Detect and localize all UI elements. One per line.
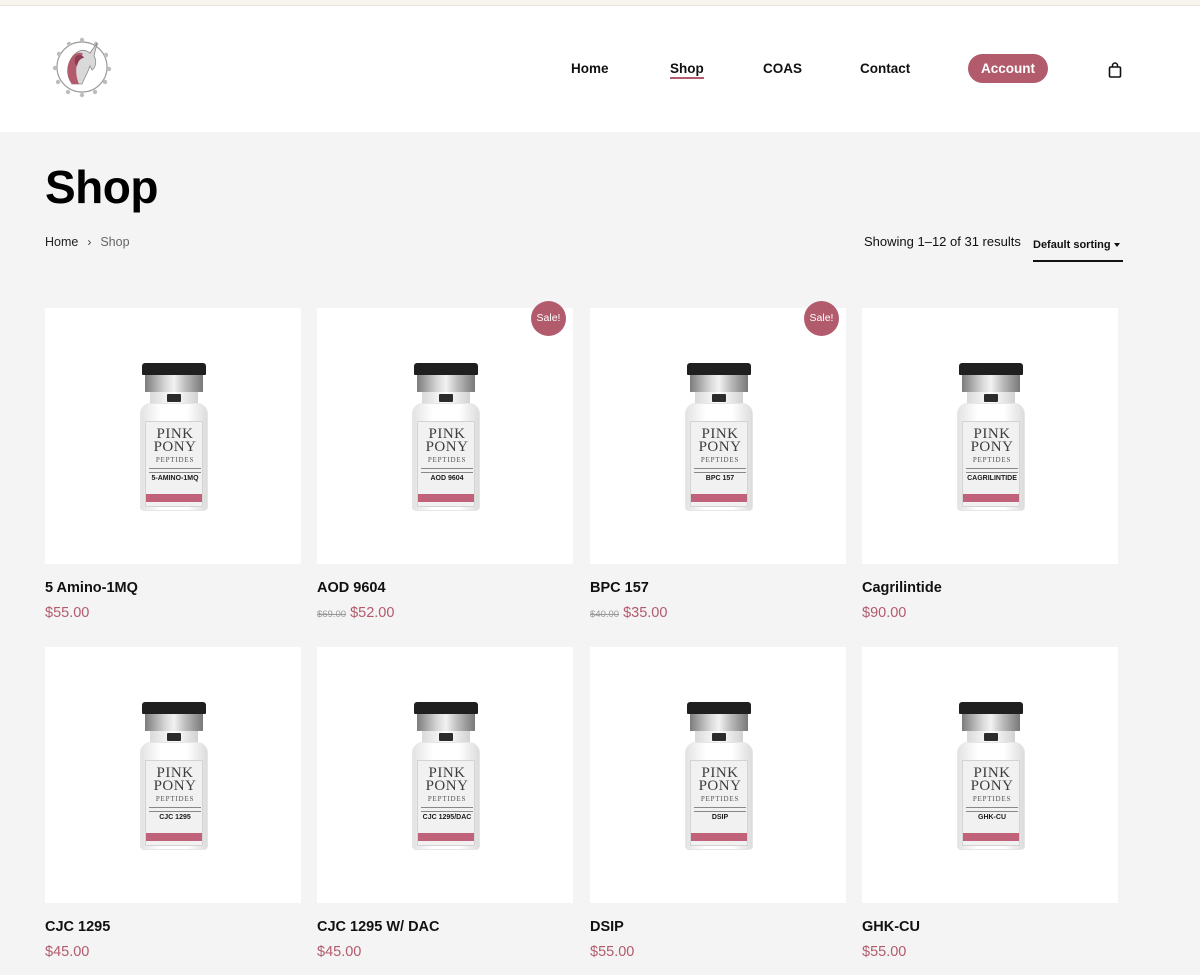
product-name[interactable]: GHK-CU	[862, 919, 920, 935]
product-image[interactable]: PINK PONY PEPTIDES CJC 1295	[45, 647, 301, 903]
unicorn-logo-icon[interactable]	[52, 34, 112, 100]
product-current-price: $45.00	[45, 944, 90, 960]
product-current-price: $52.00	[350, 605, 395, 621]
product-name[interactable]: AOD 9604	[317, 580, 386, 596]
site-header: Home Shop COAS Contact Account	[0, 6, 1200, 132]
product-current-price: $55.00	[45, 605, 90, 621]
product-image[interactable]: PINK PONY PEPTIDES AOD 9604 Sale!	[317, 301, 573, 564]
breadcrumb-home[interactable]: Home	[45, 235, 78, 249]
product-card[interactable]: PINK PONY PEPTIDES DSIP DSIP $55.00	[590, 647, 846, 960]
vial-image: PINK PONY PEPTIDES 5-AMINO-1MQ	[140, 363, 208, 513]
vial-product-label: CAGRILINTIDE	[967, 475, 1017, 482]
product-price: $90.00	[862, 605, 906, 621]
product-price: $55.00	[45, 605, 89, 621]
nav-contact[interactable]: Contact	[860, 61, 910, 76]
vial-image: PINK PONY PEPTIDES AOD 9604	[412, 363, 480, 513]
vial-brand-line2: PONY	[698, 778, 742, 794]
product-image[interactable]: PINK PONY PEPTIDES CJC 1295/DAC	[317, 647, 573, 903]
bag-icon[interactable]	[1108, 62, 1122, 78]
product-image[interactable]: PINK PONY PEPTIDES 5-AMINO-1MQ	[45, 308, 301, 564]
product-price: $45.00	[317, 944, 361, 960]
vial-brand-line3: PEPTIDES	[972, 456, 1012, 464]
results-count: Showing 1–12 of 31 results	[864, 234, 1021, 249]
sale-badge: Sale!	[804, 301, 839, 336]
product-price: $40.00 $35.00	[590, 605, 667, 621]
product-price: $55.00	[862, 944, 906, 960]
sorting-label: Default sorting	[1033, 239, 1111, 251]
product-name[interactable]: CJC 1295 W/ DAC	[317, 919, 439, 935]
vial-image: PINK PONY PEPTIDES BPC 157	[685, 363, 753, 513]
vial-brand-line2: PONY	[153, 778, 197, 794]
vial-brand-line2: PONY	[425, 778, 469, 794]
product-image[interactable]: PINK PONY PEPTIDES BPC 157 Sale!	[590, 301, 846, 564]
product-current-price: $90.00	[862, 605, 907, 621]
page-title: Shop	[45, 161, 158, 213]
product-current-price: $55.00	[590, 944, 635, 960]
nav-coas[interactable]: COAS	[763, 61, 802, 76]
vial-brand-line3: PEPTIDES	[155, 795, 195, 803]
chevron-right-icon: ›	[87, 235, 92, 249]
account-button[interactable]: Account	[968, 54, 1048, 83]
product-old-price: $40.00	[590, 609, 620, 620]
product-card[interactable]: PINK PONY PEPTIDES CJC 1295 CJC 1295 $45.00	[45, 647, 301, 960]
vial-image: PINK PONY PEPTIDES CAGRILINTIDE	[957, 363, 1025, 513]
product-card[interactable]: PINK PONY PEPTIDES CJC 1295/DAC CJC 1295 W/ …	[317, 647, 573, 960]
sorting-select[interactable]: Default sorting	[1033, 237, 1123, 262]
vial-product-label: GHK-CU	[978, 814, 1006, 821]
sale-badge: Sale!	[531, 301, 566, 336]
vial-product-label: DSIP	[711, 814, 729, 821]
product-name[interactable]: BPC 157	[590, 580, 649, 596]
vial-product-label: 5-AMINO-1MQ	[151, 475, 199, 482]
vial-brand-line3: PEPTIDES	[972, 795, 1012, 803]
vial-brand-line2: PONY	[698, 439, 742, 455]
caret-down-icon	[1114, 243, 1120, 247]
product-card[interactable]: PINK PONY PEPTIDES AOD 9604 Sale! AOD 9604 $69…	[317, 301, 573, 621]
product-image[interactable]: PINK PONY PEPTIDES DSIP	[590, 647, 846, 903]
vial-brand-line3: PEPTIDES	[427, 456, 467, 464]
product-name[interactable]: Cagrilintide	[862, 580, 942, 596]
product-card[interactable]: PINK PONY PEPTIDES BPC 157 Sale! BPC 157 $40.0…	[590, 301, 846, 621]
product-old-price: $69.00	[317, 609, 347, 620]
product-card[interactable]: PINK PONY PEPTIDES 5-AMINO-1MQ 5 Amino-1MQ $5…	[45, 308, 301, 621]
breadcrumb: Home › Shop	[45, 235, 130, 249]
vial-brand-line2: PONY	[153, 439, 197, 455]
vial-brand-line3: PEPTIDES	[427, 795, 467, 803]
vial-product-label: AOD 9604	[430, 475, 464, 482]
vial-image: PINK PONY PEPTIDES CJC 1295	[140, 702, 208, 852]
vial-product-label: CJC 1295/DAC	[422, 814, 472, 821]
vial-brand-line2: PONY	[425, 439, 469, 455]
product-card[interactable]: PINK PONY PEPTIDES GHK-CU GHK-CU $55.00	[862, 647, 1118, 960]
vial-image: PINK PONY PEPTIDES CJC 1295/DAC	[412, 702, 480, 852]
vial-brand-line3: PEPTIDES	[700, 456, 740, 464]
nav-home[interactable]: Home	[571, 61, 609, 76]
vial-product-label: CJC 1295	[159, 814, 191, 821]
product-current-price: $45.00	[317, 944, 362, 960]
product-price: $69.00 $52.00	[317, 605, 394, 621]
product-current-price: $35.00	[623, 605, 668, 621]
product-name[interactable]: CJC 1295	[45, 919, 110, 935]
product-image[interactable]: PINK PONY PEPTIDES CAGRILINTIDE	[862, 308, 1118, 564]
vial-brand-line3: PEPTIDES	[155, 456, 195, 464]
product-card[interactable]: PINK PONY PEPTIDES CAGRILINTIDE Cagrilintide…	[862, 308, 1118, 621]
product-price: $55.00	[590, 944, 634, 960]
product-name[interactable]: 5 Amino-1MQ	[45, 580, 138, 596]
product-price: $45.00	[45, 944, 89, 960]
product-image[interactable]: PINK PONY PEPTIDES GHK-CU	[862, 647, 1118, 903]
breadcrumb-current: Shop	[100, 235, 130, 249]
vial-brand-line3: PEPTIDES	[700, 795, 740, 803]
vial-brand-line2: PONY	[970, 778, 1014, 794]
nav-shop[interactable]: Shop	[670, 61, 704, 79]
product-name[interactable]: DSIP	[590, 919, 624, 935]
vial-image: PINK PONY PEPTIDES GHK-CU	[957, 702, 1025, 852]
product-current-price: $55.00	[862, 944, 907, 960]
vial-brand-line2: PONY	[970, 439, 1014, 455]
vial-product-label: BPC 157	[705, 475, 735, 482]
vial-image: PINK PONY PEPTIDES DSIP	[685, 702, 753, 852]
